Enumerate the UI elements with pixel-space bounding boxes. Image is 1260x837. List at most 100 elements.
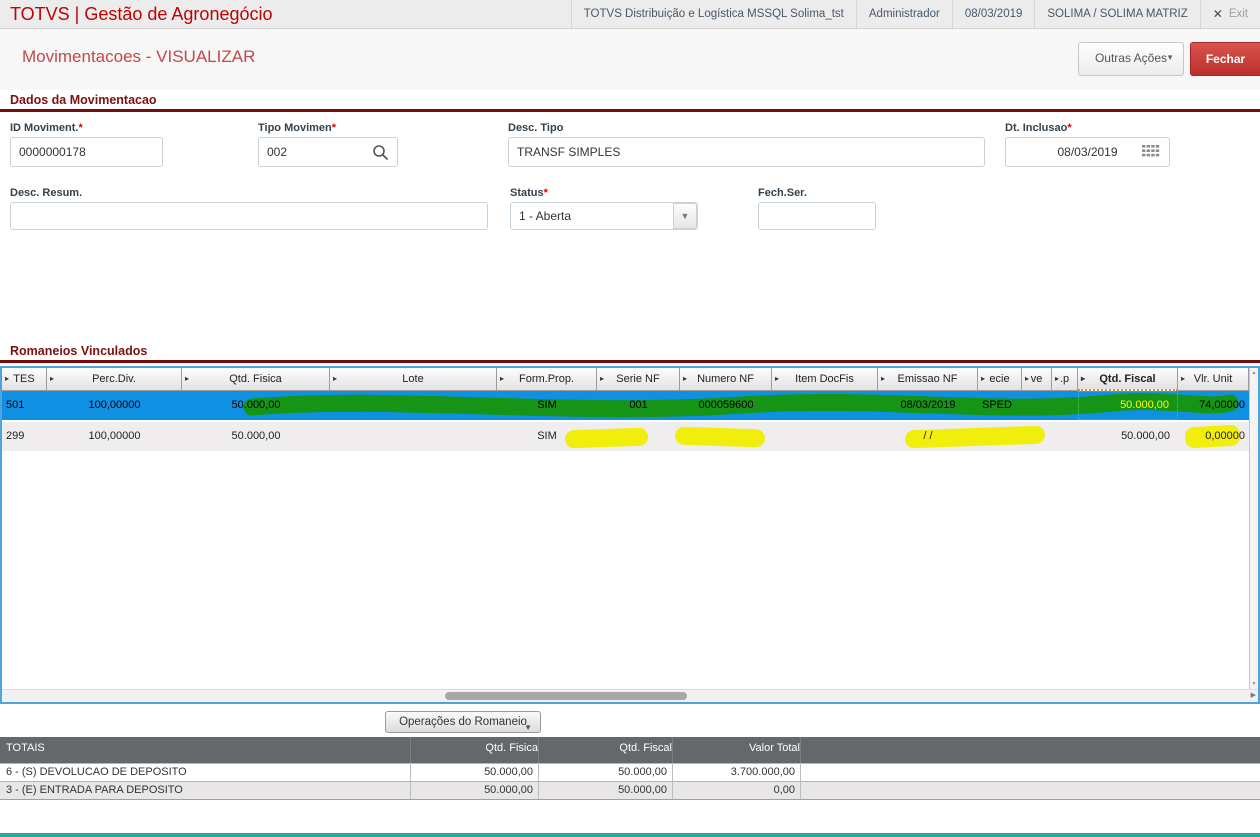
cell-especie[interactable] — [978, 422, 1022, 451]
grid-header-row: ▸ TES ▸ Perc.Div. ▸ Qtd. Fisica ▸ Lote ▸ Form… — [2, 368, 1249, 391]
column-header-tes[interactable]: ▸ TES — [2, 368, 47, 391]
required-mark: * — [331, 122, 337, 134]
section-title-dados: Dados da Movimentacao — [10, 93, 157, 107]
desc-tipo-label: Desc. Tipo — [508, 122, 564, 134]
cell-lote[interactable] — [330, 422, 497, 451]
table-row-selected[interactable]: 501 100,00000 50.000,00 SIM 001 00005960… — [2, 391, 1249, 420]
fech-ser-label: Fech.Ser. — [758, 187, 807, 199]
totals-header-valor-total: Valor Total — [672, 737, 800, 763]
column-arrow-icon: ▸ — [1081, 374, 1086, 383]
column-header-item-docfis[interactable]: ▸ Item DocFis — [772, 368, 878, 391]
table-row[interactable]: 299 100,00000 50.000,00 SIM / / 50.000,0… — [2, 422, 1249, 451]
column-header-perc-div[interactable]: ▸ Perc.Div. — [47, 368, 182, 391]
required-mark: * — [78, 122, 83, 134]
other-actions-button[interactable]: Outras Ações ▼ — [1078, 42, 1184, 76]
id-moviment-field[interactable] — [10, 137, 163, 167]
cell-perc-div[interactable]: 100,00000 — [47, 391, 182, 420]
cell-form-prop[interactable]: SIM — [497, 422, 597, 451]
cell-vlr-unit[interactable]: 0,00000 — [1178, 422, 1249, 451]
cell-qtd-fisica[interactable]: 50.000,00 — [182, 422, 330, 451]
column-header-form-prop[interactable]: ▸ Form.Prop. — [497, 368, 597, 391]
status-label: Status* — [510, 187, 548, 199]
page-header: Movimentacoes - VISUALIZAR Outras Ações … — [0, 29, 1260, 90]
totals-row-filler — [800, 782, 1260, 799]
environment-label: TOTVS Distribuição e Logística MSSQL Sol… — [570, 0, 856, 28]
column-header-especie[interactable]: ▸ ecie — [978, 368, 1022, 391]
cell-qtd-fiscal[interactable]: 50.000,00 — [1078, 422, 1178, 451]
vertical-scrollbar[interactable]: ▲ ▼ — [1249, 368, 1258, 689]
column-header-qtd-fiscal[interactable]: ▸ Qtd. Fiscal — [1078, 368, 1178, 391]
totals-header-qtd-fisica: Qtd. Fisica — [410, 737, 538, 763]
cell-item-docfis[interactable] — [772, 391, 878, 420]
fech-ser-field[interactable] — [758, 202, 876, 230]
column-arrow-icon: ▸ — [881, 374, 886, 383]
close-icon: ✕ — [1212, 7, 1223, 21]
bottom-status-bar — [0, 833, 1260, 837]
cell-qtd-fiscal-selected[interactable]: 50.000,00 — [1078, 391, 1178, 420]
cell-emissao-nf[interactable]: 08/03/2019 — [878, 391, 978, 420]
cell-item-docfis[interactable] — [772, 422, 878, 451]
column-header-vlr-unit[interactable]: ▸ Vlr. Unit — [1178, 368, 1249, 391]
cell-ve[interactable] — [1022, 391, 1052, 420]
other-actions-label: Outras Ações — [1094, 51, 1168, 65]
date-label: 08/03/2019 — [951, 0, 1035, 28]
desc-resum-label: Desc. Resum. — [10, 187, 83, 199]
cell-numero-nf[interactable] — [680, 422, 772, 451]
app-window: TOTVS | Gestão de Agronegócio TOTVS Dist… — [0, 0, 1260, 837]
romaneio-operations-button[interactable]: Operações do Romaneio ▼ — [385, 711, 541, 733]
scroll-up-icon[interactable]: ▲ — [1250, 370, 1258, 376]
horizontal-scrollbar[interactable]: ▶ — [2, 689, 1258, 702]
scroll-right-icon[interactable]: ▶ — [1251, 691, 1256, 699]
exit-button[interactable]: ✕ Exit — [1199, 0, 1260, 28]
column-header-lote[interactable]: ▸ Lote — [330, 368, 497, 391]
column-arrow-icon: ▸ — [1181, 374, 1186, 383]
cell-p[interactable] — [1052, 391, 1078, 420]
scroll-down-icon[interactable]: ▼ — [1250, 681, 1258, 687]
column-arrow-icon: ▸ — [683, 374, 688, 383]
column-header-serie-nf[interactable]: ▸ Serie NF — [597, 368, 680, 391]
totals-header-filler — [800, 737, 1260, 763]
column-arrow-icon: ▸ — [500, 374, 505, 383]
cell-qtd-fisica[interactable]: 50.000,00 — [182, 391, 330, 420]
column-header-qtd-fisica[interactable]: ▸ Qtd. Fisica — [182, 368, 330, 391]
totals-row-qtd-fiscal: 50.000,00 — [538, 764, 672, 781]
totals-row: 6 - (S) DEVOLUCAO DE DEPOSITO 50.000,00 … — [0, 763, 1260, 781]
cell-perc-div[interactable]: 100,00000 — [47, 422, 182, 451]
column-header-p[interactable]: ▸ .p — [1052, 368, 1078, 391]
cell-serie-nf[interactable] — [597, 422, 680, 451]
cell-emissao-nf[interactable]: / / — [878, 422, 978, 451]
cell-ve[interactable] — [1022, 422, 1052, 451]
totals-row-filler — [800, 764, 1260, 781]
cell-serie-nf[interactable]: 001 — [597, 391, 680, 420]
status-select[interactable] — [510, 202, 698, 230]
column-header-ve[interactable]: ▸ ve — [1022, 368, 1052, 391]
column-arrow-icon: ▸ — [1025, 374, 1030, 383]
cell-form-prop[interactable]: SIM — [497, 391, 597, 420]
search-icon[interactable] — [372, 144, 389, 161]
chevron-down-icon: ▼ — [524, 723, 532, 732]
horizontal-scrollbar-thumb[interactable] — [445, 692, 687, 700]
status-dropdown-button[interactable]: ▼ — [673, 203, 697, 229]
totals-row-qtd-fisica: 50.000,00 — [410, 782, 538, 799]
calendar-icon[interactable] — [1142, 145, 1160, 159]
cell-p[interactable] — [1052, 422, 1078, 451]
cell-vlr-unit[interactable]: 74,00000 — [1178, 391, 1249, 420]
totals-header-qtd-fiscal: Qtd. Fiscal — [538, 737, 672, 763]
totals-row-qtd-fisica: 50.000,00 — [410, 764, 538, 781]
id-moviment-label: ID Moviment.* — [10, 122, 83, 134]
cell-tes[interactable]: 501 — [2, 391, 47, 420]
cell-especie[interactable]: SPED — [978, 391, 1022, 420]
cell-numero-nf[interactable]: 000059600 — [680, 391, 772, 420]
dt-inclusao-label: Dt. Inclusao* — [1005, 122, 1072, 134]
user-label: Administrador — [855, 0, 952, 28]
cell-lote[interactable] — [330, 391, 497, 420]
tipo-movimen-label: Tipo Movimen* — [258, 122, 337, 134]
close-button[interactable]: Fechar — [1190, 42, 1260, 76]
chevron-down-icon: ▼ — [1166, 53, 1174, 62]
column-header-numero-nf[interactable]: ▸ Numero NF — [680, 368, 772, 391]
totals-row-label: 6 - (S) DEVOLUCAO DE DEPOSITO — [6, 766, 187, 778]
desc-resum-field[interactable] — [10, 202, 488, 230]
column-header-emissao-nf[interactable]: ▸ Emissao NF — [878, 368, 978, 391]
desc-tipo-field[interactable] — [508, 137, 985, 167]
cell-tes[interactable]: 299 — [2, 422, 47, 451]
